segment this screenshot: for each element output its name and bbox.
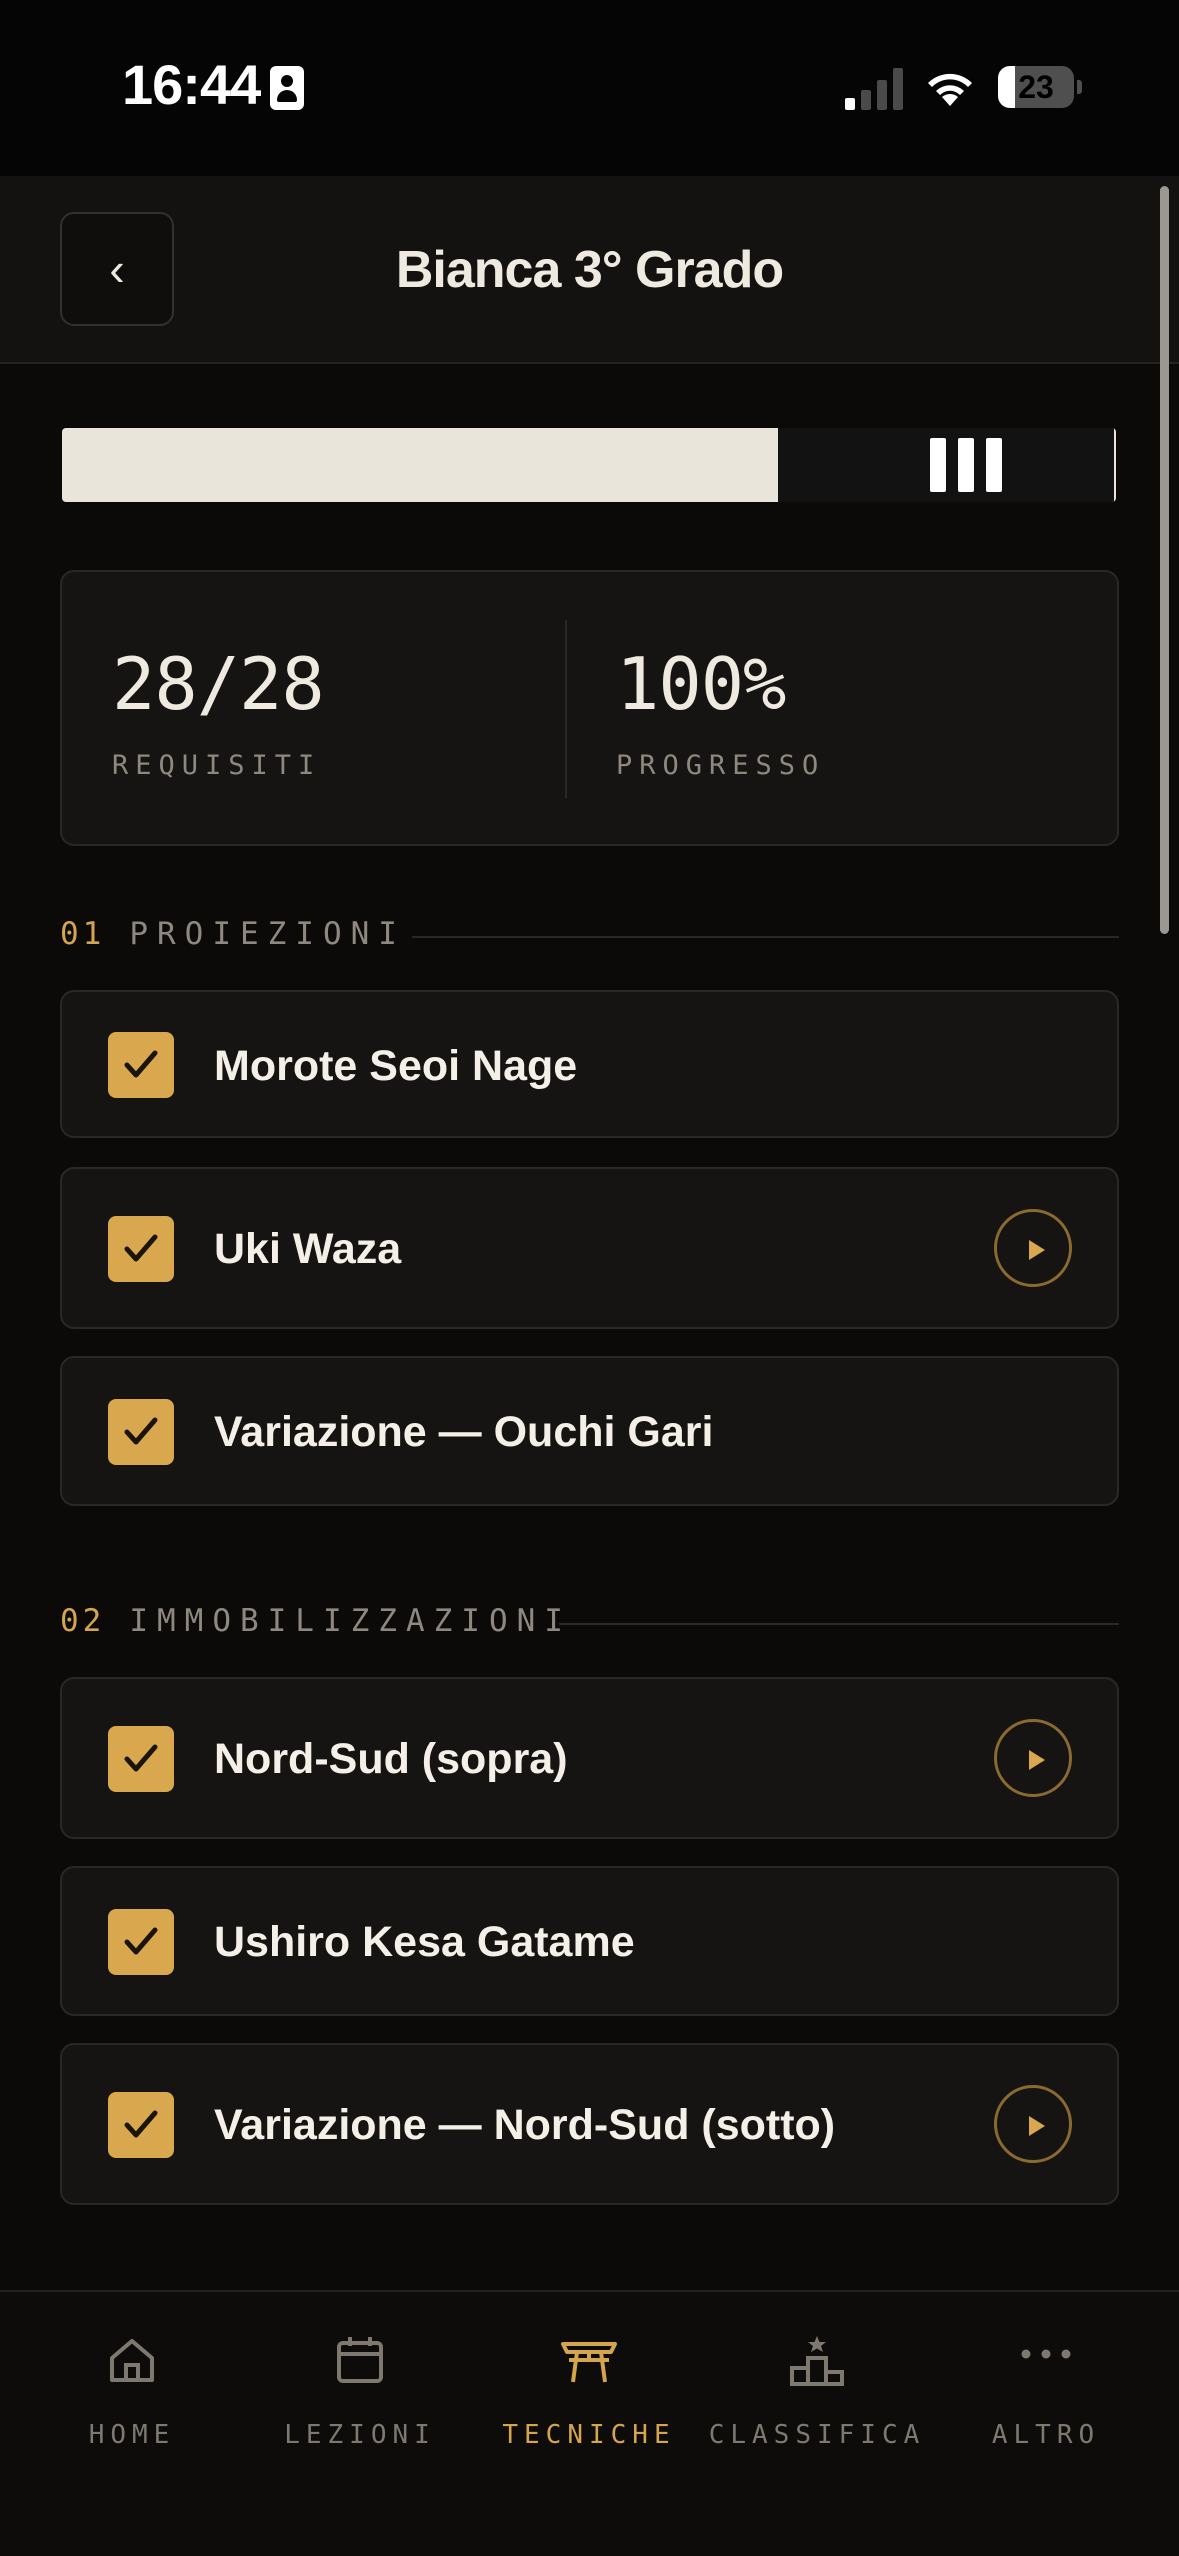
technique-item[interactable]: Variazione — Ouchi Gari bbox=[60, 1356, 1119, 1506]
technique-item[interactable]: Variazione — Nord-Sud (sotto) bbox=[60, 2043, 1119, 2205]
cellular-signal-icon bbox=[845, 68, 905, 110]
home-icon bbox=[110, 2339, 154, 2382]
checkmark-icon bbox=[124, 1050, 158, 1078]
battery-icon: 23 bbox=[998, 66, 1074, 108]
checkmark-icon bbox=[124, 1234, 158, 1262]
more-icon bbox=[1021, 2349, 1071, 2359]
battery-level: 23 bbox=[1018, 69, 1054, 105]
podium-icon bbox=[790, 2336, 844, 2386]
technique-label: Uki Waza bbox=[214, 1225, 402, 1273]
tab-lezioni[interactable]: LEZIONI bbox=[245, 2292, 475, 2492]
battery-tip bbox=[1077, 80, 1082, 94]
checkbox-checked[interactable] bbox=[108, 1216, 174, 1282]
play-video-button[interactable] bbox=[994, 1719, 1072, 1797]
tab-home[interactable]: HOME bbox=[17, 2292, 247, 2492]
technique-label: Morote Seoi Nage bbox=[214, 1042, 578, 1090]
checkmark-icon bbox=[124, 1417, 158, 1445]
scrollbar[interactable] bbox=[1160, 186, 1169, 934]
technique-item[interactable]: Nord-Sud (sopra) bbox=[60, 1677, 1119, 1839]
tab-label: HOME bbox=[88, 2420, 176, 2450]
section-header-proiezioni: 01 PROIEZIONI bbox=[60, 916, 1119, 956]
checkbox-checked[interactable] bbox=[108, 1032, 174, 1098]
technique-label: Ushiro Kesa Gatame bbox=[214, 1918, 635, 1966]
wifi-icon bbox=[928, 73, 972, 106]
technique-item[interactable]: Uki Waza bbox=[60, 1167, 1119, 1329]
tab-tecniche[interactable]: TECNICHE bbox=[474, 2292, 704, 2492]
technique-item[interactable]: Ushiro Kesa Gatame bbox=[60, 1866, 1119, 2016]
belt-graphic bbox=[62, 428, 1116, 502]
progress-label: PROGRESSO bbox=[616, 750, 826, 781]
checkbox-checked[interactable] bbox=[108, 1399, 174, 1465]
section-title: IMMOBILIZZAZIONI bbox=[129, 1603, 572, 1639]
play-video-button[interactable] bbox=[994, 2085, 1072, 2163]
play-video-button[interactable] bbox=[994, 1209, 1072, 1287]
tab-bar: HOME LEZIONI TECNICHE CLASSIFICA ALTRO bbox=[0, 2290, 1179, 2556]
checkmark-icon bbox=[124, 1927, 158, 1955]
header: ‹ Bianca 3° Grado bbox=[0, 176, 1179, 364]
progress-value: 100% bbox=[616, 642, 786, 726]
status-bar: 16:44 23 bbox=[0, 0, 1179, 176]
technique-item[interactable]: Morote Seoi Nage bbox=[60, 990, 1119, 1138]
checkbox-checked[interactable] bbox=[108, 1909, 174, 1975]
checkmark-icon bbox=[124, 1744, 158, 1772]
tab-label: ALTRO bbox=[991, 2420, 1101, 2450]
section-title: PROIEZIONI bbox=[129, 916, 406, 952]
checkbox-checked[interactable] bbox=[108, 1726, 174, 1792]
belt-stripe bbox=[930, 438, 946, 492]
tab-label: TECNICHE bbox=[502, 2420, 676, 2450]
checkmark-icon bbox=[124, 2110, 158, 2138]
requirements-value: 28/28 bbox=[112, 642, 325, 726]
belt-tip bbox=[778, 428, 1114, 502]
section-number: 01 bbox=[60, 916, 106, 952]
belt-stripe bbox=[958, 438, 974, 492]
section-divider bbox=[559, 1623, 1119, 1625]
technique-label: Nord-Sud (sopra) bbox=[214, 1735, 568, 1783]
calendar-icon bbox=[337, 2337, 383, 2383]
contact-card-icon bbox=[270, 66, 304, 110]
section-header-immobilizzazioni: 02 IMMOBILIZZAZIONI bbox=[60, 1603, 1119, 1643]
stats-card: 28/28 REQUISITI 100% PROGRESSO bbox=[60, 570, 1119, 846]
back-button[interactable]: ‹ bbox=[60, 212, 174, 326]
status-time: 16:44 bbox=[122, 53, 261, 116]
technique-label: Variazione — Nord-Sud (sotto) bbox=[214, 2101, 836, 2149]
tab-label: CLASSIFICA bbox=[708, 2420, 926, 2450]
tab-classifica[interactable]: CLASSIFICA bbox=[702, 2292, 932, 2492]
section-divider bbox=[412, 936, 1119, 938]
page-title: Bianca 3° Grado bbox=[395, 241, 784, 299]
tab-altro[interactable]: ALTRO bbox=[931, 2292, 1161, 2492]
section-number: 02 bbox=[60, 1603, 106, 1639]
tab-label: LEZIONI bbox=[284, 2420, 436, 2450]
technique-label: Variazione — Ouchi Gari bbox=[214, 1408, 714, 1456]
torii-icon bbox=[561, 2342, 617, 2383]
stats-divider bbox=[565, 620, 567, 798]
belt-stripe bbox=[986, 438, 1002, 492]
checkbox-checked[interactable] bbox=[108, 2092, 174, 2158]
requirements-label: REQUISITI bbox=[112, 750, 322, 781]
